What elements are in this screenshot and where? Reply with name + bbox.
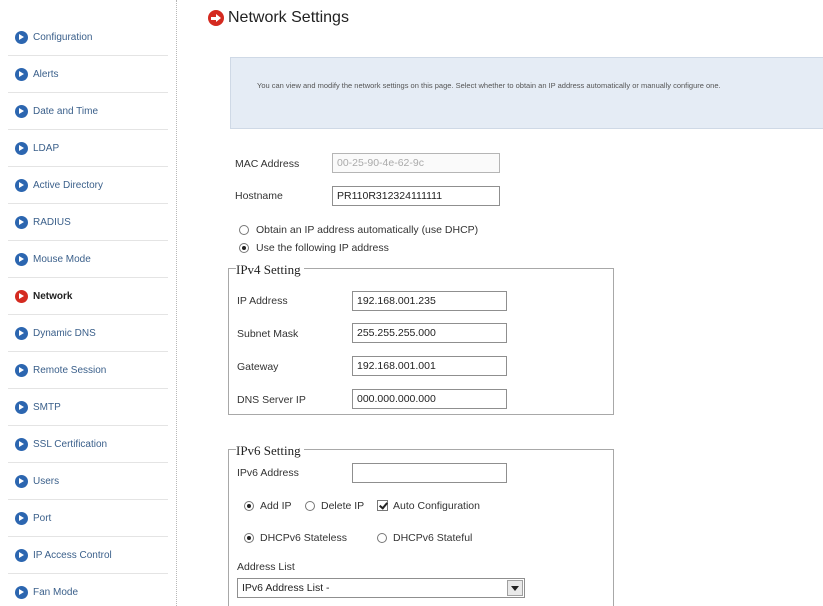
arrow-circle-icon [15, 104, 28, 118]
sidebar-item-remote-session[interactable]: Remote Session [8, 352, 168, 389]
sidebar-item-ssl-certification[interactable]: SSL Certification [8, 426, 168, 463]
sidebar-item-label: Active Directory [33, 179, 104, 191]
sidebar-item-mouse-mode[interactable]: Mouse Mode [8, 241, 168, 278]
sidebar-item-label: RADIUS [33, 216, 71, 228]
page-title: Network Settings [228, 9, 349, 26]
sidebar-item-label: Mouse Mode [33, 253, 91, 265]
sidebar-item-label: Configuration [33, 31, 93, 43]
dhcpv6-stateless-label: DHCPv6 Stateless [260, 532, 347, 544]
add-ip-label: Add IP [260, 500, 292, 512]
delete-ip-radio[interactable] [305, 501, 315, 511]
ip-address-field[interactable] [352, 291, 507, 311]
sidebar-item-configuration[interactable]: Configuration [8, 19, 168, 56]
gateway-label: Gateway [237, 361, 279, 373]
sidebar-item-label: Dynamic DNS [33, 327, 96, 339]
sidebar-item-network[interactable]: Network [8, 278, 168, 315]
arrow-circle-icon [15, 548, 28, 562]
sidebar-item-radius[interactable]: RADIUS [8, 204, 168, 241]
ipv6-setting-legend: IPv6 Setting [236, 443, 304, 459]
add-ip-radio[interactable] [244, 501, 254, 511]
mac-address-field[interactable] [332, 153, 500, 173]
sidebar-item-label: SMTP [33, 401, 61, 413]
ipv6-address-label: IPv6 Address [237, 467, 299, 479]
sidebar-item-dynamic-dns[interactable]: Dynamic DNS [8, 315, 168, 352]
subnet-mask-label: Subnet Mask [237, 328, 299, 340]
sidebar-item-port[interactable]: Port [8, 500, 168, 537]
dhcpv6-stateful-label: DHCPv6 Stateful [393, 532, 473, 544]
sidebar-item-label: Port [33, 512, 52, 524]
sidebar-item-label: LDAP [33, 142, 60, 154]
sidebar-item-label: IP Access Control [33, 549, 112, 561]
arrow-circle-icon [15, 585, 28, 599]
sidebar-item-label: Fan Mode [33, 586, 79, 598]
sidebar-divider [176, 0, 177, 606]
info-text: You can view and modify the network sett… [257, 81, 721, 90]
hostname-field[interactable] [332, 186, 500, 206]
delete-ip-label: Delete IP [321, 500, 365, 512]
auto-configuration-checkbox[interactable] [377, 500, 388, 511]
sidebar-nav: Configuration Alerts Date and Time LDAP Acti… [0, 0, 176, 606]
dns-server-label: DNS Server IP [237, 394, 306, 406]
arrow-circle-icon [15, 67, 28, 81]
arrow-circle-icon [15, 326, 28, 340]
dns-server-field[interactable] [352, 389, 507, 409]
ipv6-address-field[interactable] [352, 463, 507, 483]
dhcpv6-stateful-radio[interactable] [377, 533, 387, 543]
arrow-circle-icon [15, 215, 28, 229]
arrow-circle-icon [15, 511, 28, 525]
sidebar-item-active-directory[interactable]: Active Directory [8, 167, 168, 204]
arrow-circle-icon [15, 141, 28, 155]
arrow-circle-icon [15, 178, 28, 192]
sidebar-item-label: Network [33, 290, 73, 302]
ip-address-label: IP Address [237, 295, 288, 307]
arrow-circle-icon [15, 437, 28, 451]
arrow-circle-icon [208, 10, 224, 26]
sidebar-item-smtp[interactable]: SMTP [8, 389, 168, 426]
dhcp-radio-label: Obtain an IP address automatically (use … [256, 224, 479, 236]
sidebar-item-label: Remote Session [33, 364, 107, 376]
arrow-circle-icon [15, 30, 28, 44]
sidebar-item-label: Users [33, 475, 60, 487]
sidebar-item-label: Alerts [33, 68, 59, 80]
arrow-circle-icon [15, 363, 28, 377]
subnet-mask-field[interactable] [352, 323, 507, 343]
address-list-select[interactable]: IPv6 Address List - [237, 578, 525, 598]
sidebar-item-ip-access-control[interactable]: IP Access Control [8, 537, 168, 574]
sidebar-item-label: SSL Certification [33, 438, 108, 450]
ipv4-setting-legend: IPv4 Setting [236, 262, 304, 278]
sidebar-item-fan-mode[interactable]: Fan Mode [8, 574, 168, 606]
page-header: Network Settings [208, 9, 349, 27]
arrow-circle-icon [15, 400, 28, 414]
sidebar-item-label: Date and Time [33, 105, 99, 117]
address-list-label: Address List [237, 561, 295, 573]
static-ip-radio[interactable] [239, 243, 249, 253]
dhcpv6-stateless-radio[interactable] [244, 533, 254, 543]
arrow-circle-icon [15, 252, 28, 266]
address-list-selected: IPv6 Address List - [242, 582, 330, 594]
arrow-circle-icon [15, 289, 28, 303]
chevron-down-icon[interactable] [507, 580, 523, 596]
hostname-label: Hostname [235, 190, 283, 202]
arrow-circle-icon [15, 474, 28, 488]
gateway-field[interactable] [352, 356, 507, 376]
sidebar-item-date-and-time[interactable]: Date and Time [8, 93, 168, 130]
sidebar-item-alerts[interactable]: Alerts [8, 56, 168, 93]
auto-configuration-label: Auto Configuration [393, 500, 480, 512]
info-box: You can view and modify the network sett… [230, 57, 823, 129]
sidebar-item-ldap[interactable]: LDAP [8, 130, 168, 167]
sidebar-item-users[interactable]: Users [8, 463, 168, 500]
static-ip-radio-label: Use the following IP address [256, 242, 389, 254]
dhcp-radio[interactable] [239, 225, 249, 235]
mac-address-label: MAC Address [235, 158, 300, 170]
